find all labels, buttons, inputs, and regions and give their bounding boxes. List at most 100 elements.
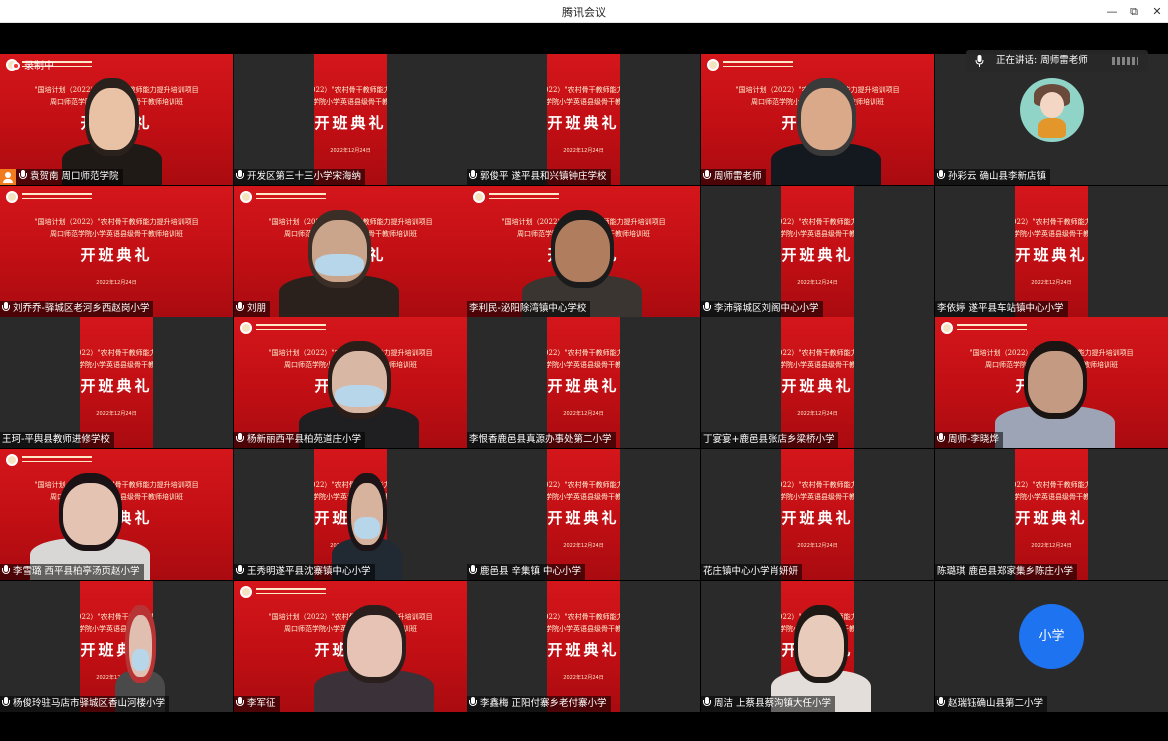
participant-tile[interactable]: "国培计划（2022）"农村骨干教师能力提升培训项目周口师范学院小学英语县级骨干… bbox=[467, 54, 700, 185]
microphone-icon bbox=[703, 697, 711, 707]
participant-name: 赵瑞钰确山县第二小学 bbox=[948, 698, 1044, 709]
participant-tile[interactable]: "国培计划（2022）"农村骨干教师能力提升培训项目周口师范学院小学英语县级骨干… bbox=[467, 581, 700, 712]
microphone-icon bbox=[469, 565, 477, 575]
participant-video bbox=[30, 465, 150, 580]
minimize-button[interactable]: — bbox=[1101, 3, 1123, 20]
slide-title: 开班典礼 bbox=[80, 246, 153, 264]
participant-name: 李鑫梅 正阳付寨乡老付寨小学 bbox=[480, 698, 607, 709]
participant-name-bar: 刘朋 bbox=[234, 301, 271, 317]
participant-video bbox=[771, 597, 871, 712]
text-avatar: 小学 bbox=[1019, 604, 1084, 669]
slide-title: 开班典礼 bbox=[547, 114, 620, 132]
microphone-icon bbox=[937, 433, 945, 443]
shared-slide: "国培计划（2022）"农村骨干教师能力提升培训项目周口师范学院小学英语县级骨干… bbox=[314, 54, 387, 185]
microphone-icon bbox=[703, 170, 711, 180]
participant-tile[interactable]: "国培计划（2022）"农村骨干教师能力提升培训项目周口师范学院小学英语县级骨干… bbox=[0, 54, 233, 185]
slide-line-1: "国培计划（2022）"农村骨干教师能力提升培训项目 bbox=[1015, 481, 1088, 489]
face-mask-icon bbox=[354, 517, 380, 539]
window-title: 腾讯会议 bbox=[562, 6, 606, 19]
participant-tile[interactable]: "国培计划（2022）"农村骨干教师能力提升培训项目周口师范学院小学英语县级骨干… bbox=[701, 317, 934, 448]
shared-slide: "国培计划（2022）"农村骨干教师能力提升培训项目周口师范学院小学英语县级骨干… bbox=[80, 317, 153, 448]
slide-date: 2022年12月24日 bbox=[563, 675, 604, 681]
participant-name-bar: 李利民-泌阳除湾镇中心学校 bbox=[467, 301, 591, 317]
participant-name: 孙彩云 确山县李新店镇 bbox=[948, 171, 1047, 182]
slide-line-1: "国培计划（2022）"农村骨干教师能力提升培训项目 bbox=[547, 86, 620, 94]
participant-tile[interactable]: "国培计划（2022）"农村骨干教师能力提升培训项目周口师范学院小学英语县级骨干… bbox=[701, 581, 934, 712]
face-mask-icon bbox=[315, 254, 364, 276]
participant-tile[interactable]: "国培计划（2022）"农村骨干教师能力提升培训项目周口师范学院小学英语县级骨干… bbox=[467, 317, 700, 448]
participant-tile[interactable]: "国培计划（2022）"农村骨干教师能力提升培训项目周口师范学院小学英语县级骨干… bbox=[701, 449, 934, 580]
participant-video bbox=[314, 597, 434, 712]
participant-name-bar: 杨俊玲驻马店市驿城区香山河楼小学 bbox=[0, 696, 170, 712]
participant-tile[interactable]: "国培计划（2022）"农村骨干教师能力提升培训项目周口师范学院小学英语县级骨干… bbox=[0, 581, 233, 712]
participant-tile[interactable]: 孙彩云 确山县李新店镇 bbox=[935, 54, 1168, 185]
close-button[interactable]: ✕ bbox=[1146, 3, 1168, 20]
slide-line-1: "国培计划（2022）"农村骨干教师能力提升培训项目 bbox=[781, 481, 854, 489]
slide-date: 2022年12月24日 bbox=[563, 411, 604, 417]
face-mask-icon bbox=[335, 385, 384, 407]
participant-tile[interactable]: "国培计划（2022）"农村骨干教师能力提升培训项目周口师范学院小学英语县级骨干… bbox=[935, 186, 1168, 317]
microphone-icon bbox=[236, 565, 244, 575]
slide-date: 2022年12月24日 bbox=[797, 543, 838, 549]
slide-line-2: 周口师范学院小学英语县级骨干教师培训班 bbox=[547, 361, 620, 369]
shared-slide: "国培计划（2022）"农村骨干教师能力提升培训项目周口师范学院小学英语县级骨干… bbox=[547, 449, 620, 580]
slide-line-2: 周口师范学院小学英语县级骨干教师培训班 bbox=[547, 625, 620, 633]
shared-slide: "国培计划（2022）"农村骨干教师能力提升培训项目周口师范学院小学英语县级骨干… bbox=[1015, 186, 1088, 317]
participant-tile[interactable]: "国培计划（2022）"农村骨干教师能力提升培训项目周口师范学院小学英语县级骨干… bbox=[467, 449, 700, 580]
participant-video bbox=[332, 465, 402, 580]
participant-name: 李沛驿城区刘阁中心小学 bbox=[714, 303, 819, 314]
participant-video bbox=[62, 70, 162, 185]
slide-line-1: "国培计划（2022）"农村骨干教师能力提升培训项目 bbox=[314, 86, 387, 94]
speaking-indicator: 正在讲话: 周师雷老师 bbox=[966, 50, 1148, 72]
slide-line-2: 周口师范学院小学英语县级骨干教师培训班 bbox=[781, 493, 854, 501]
recording-indicator: 录制中 bbox=[12, 57, 54, 72]
participant-tile[interactable]: "国培计划（2022）"农村骨干教师能力提升培训项目周口师范学院小学英语县级骨干… bbox=[234, 581, 467, 712]
participant-name-bar: 周师-李晓烨 bbox=[935, 432, 1003, 448]
participant-tile[interactable]: "国培计划（2022）"农村骨干教师能力提升培训项目周口师范学院小学英语县级骨干… bbox=[0, 317, 233, 448]
participant-name-bar: 陈璐琪 鹿邑县郑家集乡陈庄小学 bbox=[935, 564, 1078, 580]
participant-tile[interactable]: "国培计划（2022）"农村骨干教师能力提升培训项目周口师范学院小学英语县级骨干… bbox=[0, 186, 233, 317]
participant-tile[interactable]: "国培计划（2022）"农村骨干教师能力提升培训项目周口师范学院小学英语县级骨干… bbox=[701, 54, 934, 185]
participant-video bbox=[279, 202, 399, 317]
participant-name: 郭俊平 遂平县和兴镇钟庄学校 bbox=[480, 171, 607, 182]
participant-name-bar: 袁贺南 周口师范学院 bbox=[0, 169, 123, 185]
slide-date: 2022年12月24日 bbox=[797, 280, 838, 286]
speaking-label: 正在讲话: 周师雷老师 bbox=[996, 55, 1088, 66]
slide-title: 开班典礼 bbox=[547, 641, 620, 659]
microphone-icon bbox=[236, 170, 244, 180]
participant-name-bar: 李军征 bbox=[234, 696, 280, 712]
participant-tile[interactable]: "国培计划（2022）"农村骨干教师能力提升培训项目周口师范学院小学英语县级骨干… bbox=[234, 54, 467, 185]
participant-name-bar: 孙彩云 确山县李新店镇 bbox=[935, 169, 1051, 185]
participant-tile[interactable]: "国培计划（2022）"农村骨干教师能力提升培训项目周口师范学院小学英语县级骨干… bbox=[935, 449, 1168, 580]
participant-tile[interactable]: "国培计划（2022）"农村骨干教师能力提升培训项目周口师范学院小学英语县级骨干… bbox=[0, 449, 233, 580]
participant-tile[interactable]: "国培计划（2022）"农村骨干教师能力提升培训项目周口师范学院小学英语县级骨干… bbox=[467, 186, 700, 317]
participant-name-bar: 王秀明遂平县沈寨镇中心小学 bbox=[234, 564, 375, 580]
slide-line-2: 周口师范学院小学英语县级骨干教师培训班 bbox=[50, 230, 183, 238]
participant-video bbox=[995, 333, 1115, 448]
microphone-icon bbox=[937, 697, 945, 707]
participant-name: 李雪璐 西平县柏亭汤页赵小学 bbox=[13, 566, 140, 577]
restore-button[interactable]: ⧉ bbox=[1123, 3, 1145, 20]
cartoon-avatar bbox=[1020, 78, 1084, 142]
slide-line-2: 周口师范学院小学英语县级骨干教师培训班 bbox=[547, 493, 620, 501]
participant-tile[interactable]: "国培计划（2022）"农村骨干教师能力提升培训项目周口师范学院小学英语县级骨干… bbox=[234, 186, 467, 317]
microphone-icon bbox=[2, 302, 10, 312]
slide-line-1: "国培计划（2022）"农村骨干教师能力提升培训项目 bbox=[1015, 218, 1088, 226]
microphone-icon bbox=[2, 565, 10, 575]
participant-name: 周师-李晓烨 bbox=[948, 434, 999, 445]
participant-name-bar: 周师雷老师 bbox=[701, 169, 766, 185]
microphone-icon bbox=[236, 302, 244, 312]
participant-tile[interactable]: "国培计划（2022）"农村骨干教师能力提升培训项目周口师范学院小学英语县级骨干… bbox=[935, 317, 1168, 448]
participant-tile[interactable]: "国培计划（2022）"农村骨干教师能力提升培训项目周口师范学院小学英语县级骨干… bbox=[234, 317, 467, 448]
participant-name-bar: 开发区第三十三小学宋海纳 bbox=[234, 169, 366, 185]
slide-line-2: 周口师范学院小学英语县级骨干教师培训班 bbox=[1015, 493, 1088, 501]
slide-line-2: 周口师范学院小学英语县级骨干教师培训班 bbox=[314, 98, 387, 106]
participant-tile[interactable]: "国培计划（2022）"农村骨干教师能力提升培训项目周口师范学院小学英语县级骨干… bbox=[234, 449, 467, 580]
shared-slide: "国培计划（2022）"农村骨干教师能力提升培训项目周口师范学院小学英语县级骨干… bbox=[547, 317, 620, 448]
participant-name-bar: 王珂-平舆县教师进修学校 bbox=[0, 432, 114, 448]
participant-name: 李恨香鹿邑县真源办事处第二小学 bbox=[469, 434, 612, 445]
slide-line-1: "国培计划（2022）"农村骨干教师能力提升培训项目 bbox=[781, 349, 854, 357]
participant-tile[interactable]: 小学赵瑞钰确山县第二小学 bbox=[935, 581, 1168, 712]
participant-tile[interactable]: "国培计划（2022）"农村骨干教师能力提升培训项目周口师范学院小学英语县级骨干… bbox=[701, 186, 934, 317]
slide-title: 开班典礼 bbox=[781, 509, 854, 527]
